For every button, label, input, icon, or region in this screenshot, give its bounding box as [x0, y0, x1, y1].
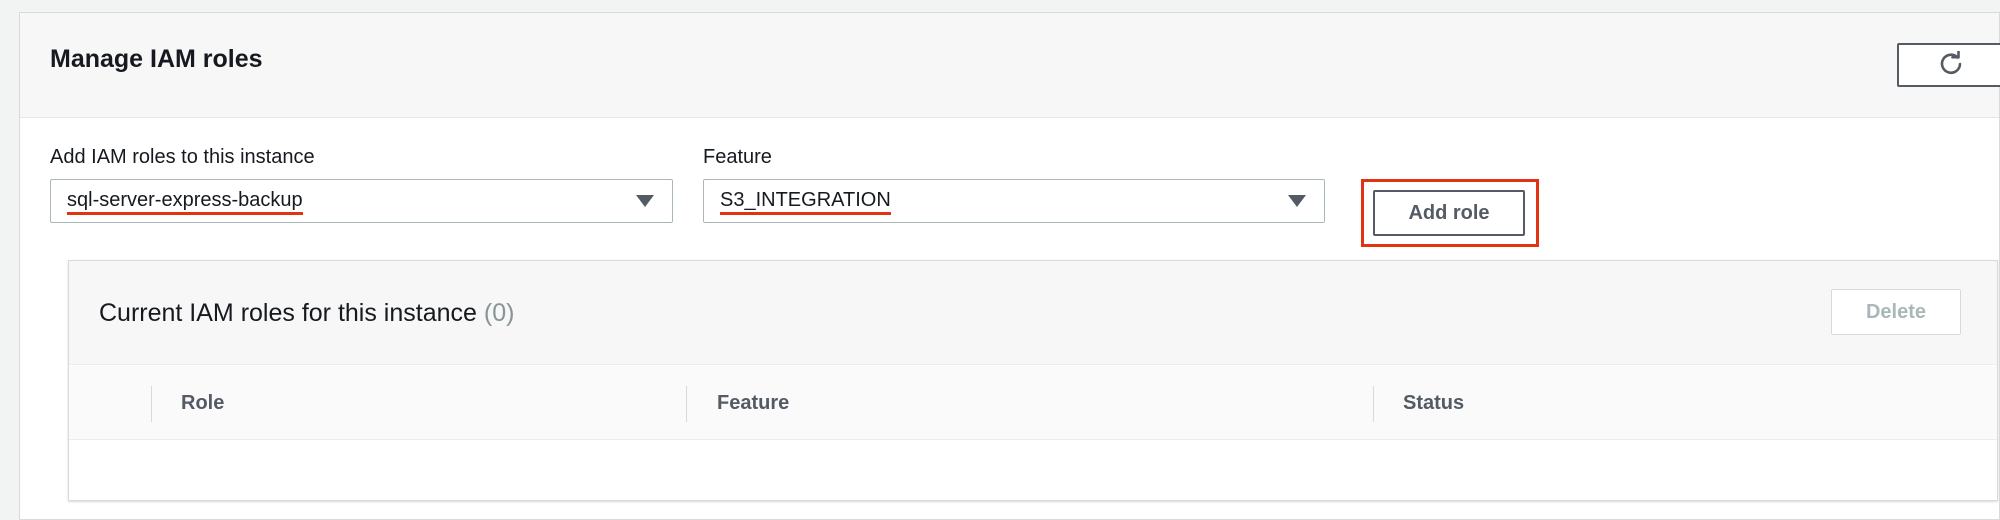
column-header-feature[interactable]: Feature [717, 392, 789, 415]
refresh-icon [1938, 49, 1964, 80]
caret-down-icon [1288, 195, 1306, 207]
delete-button[interactable]: Delete [1831, 289, 1961, 335]
feature-select-label: Feature [703, 146, 772, 168]
current-roles-header: Current IAM roles for this instance (0) … [69, 261, 1997, 365]
feature-select-value: S3_INTEGRATION [720, 190, 891, 215]
column-header-status[interactable]: Status [1403, 392, 1464, 415]
current-roles-panel: Current IAM roles for this instance (0) … [68, 260, 1998, 501]
column-header-role[interactable]: Role [181, 392, 224, 415]
panel-header: Manage IAM roles [20, 13, 2000, 118]
role-select-value: sql-server-express-backup [67, 190, 303, 215]
column-divider [151, 386, 152, 422]
panel-title: Manage IAM roles [50, 45, 263, 73]
feature-select[interactable]: S3_INTEGRATION [703, 179, 1325, 223]
current-roles-title-text: Current IAM roles for this instance [99, 299, 477, 327]
roles-table-body [69, 441, 1997, 501]
manage-iam-roles-panel: Manage IAM roles Add IAM roles to this i… [19, 12, 2000, 520]
roles-table-header: Role Feature Status [69, 366, 1997, 440]
column-divider [1373, 386, 1374, 422]
column-divider [686, 386, 687, 422]
current-roles-title: Current IAM roles for this instance (0) [99, 299, 514, 328]
add-role-button[interactable]: Add role [1373, 190, 1525, 236]
caret-down-icon [636, 195, 654, 207]
role-select[interactable]: sql-server-express-backup [50, 179, 673, 223]
refresh-button[interactable] [1897, 43, 2000, 87]
current-roles-count: (0) [483, 299, 515, 327]
role-select-label: Add IAM roles to this instance [50, 146, 315, 168]
